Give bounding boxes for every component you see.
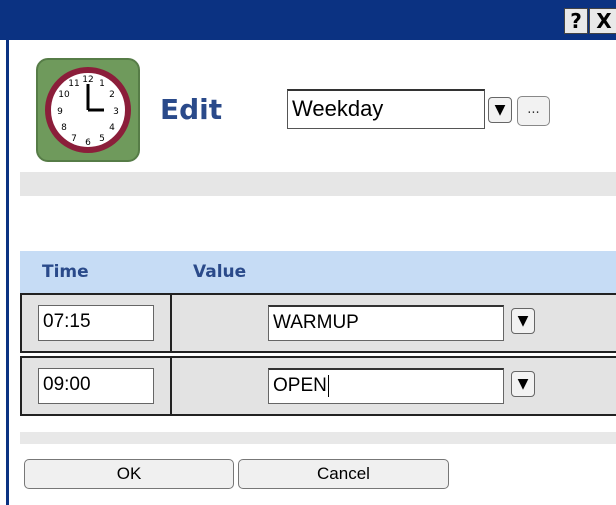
value-select[interactable]: OPEN: [268, 368, 504, 404]
page-title: Edit: [160, 93, 223, 126]
title-bar: ? X: [0, 0, 616, 40]
schedule-dropdown-button[interactable]: ▼: [488, 97, 512, 123]
value-dropdown-button[interactable]: ▼: [511, 308, 535, 334]
time-input[interactable]: 09:00: [38, 368, 154, 404]
svg-text:5: 5: [99, 134, 105, 144]
svg-text:6: 6: [85, 138, 91, 148]
value-text: OPEN: [273, 375, 327, 396]
svg-text:9: 9: [57, 107, 63, 117]
separator-band: [20, 172, 616, 196]
footer-separator: [20, 432, 616, 444]
value-select[interactable]: WARMUP: [268, 305, 504, 341]
svg-text:11: 11: [68, 79, 79, 89]
svg-text:4: 4: [109, 123, 115, 133]
cancel-button[interactable]: Cancel: [238, 459, 449, 489]
table-row: 09:00 OPEN ▼: [20, 356, 616, 416]
close-button[interactable]: X: [589, 8, 616, 34]
column-header-time: Time: [42, 262, 89, 282]
help-button[interactable]: ?: [564, 8, 588, 34]
svg-text:12: 12: [82, 75, 93, 85]
svg-text:8: 8: [61, 123, 67, 133]
schedule-select[interactable]: Weekday: [287, 89, 485, 129]
value-dropdown-button[interactable]: ▼: [511, 371, 535, 397]
table-header: [20, 251, 616, 293]
svg-text:2: 2: [109, 90, 115, 100]
svg-text:7: 7: [71, 134, 77, 144]
time-input[interactable]: 07:15: [38, 305, 154, 341]
clock-icon: 12 1 2 3 4 5 6 7 8 9 10 11: [36, 58, 140, 162]
text-cursor: [327, 374, 329, 397]
column-header-value: Value: [193, 262, 247, 282]
ellipsis-button[interactable]: ...: [517, 96, 550, 126]
chevron-down-icon: ▼: [517, 376, 529, 392]
table-row: 07:15 WARMUP ▼: [20, 293, 616, 353]
svg-text:10: 10: [58, 90, 70, 100]
chevron-down-icon: ▼: [494, 102, 506, 118]
ok-button[interactable]: OK: [24, 459, 234, 489]
chevron-down-icon: ▼: [517, 313, 529, 329]
svg-text:3: 3: [113, 107, 119, 117]
svg-text:1: 1: [99, 79, 105, 89]
